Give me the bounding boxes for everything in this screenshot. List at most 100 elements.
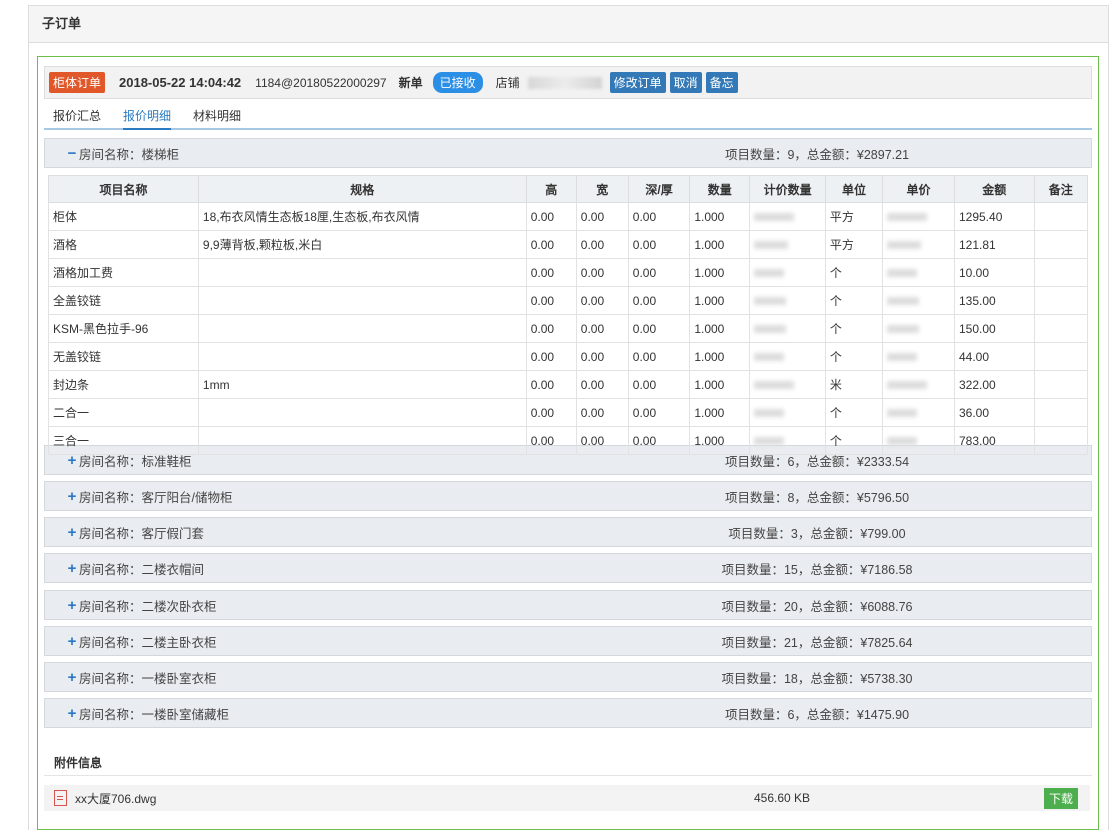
table-row: 三合一 0.00 0.00 0.00 1.000 个 783.00 [48,426,1089,455]
room-row[interactable]: + 房间名称：客厅假门套 项目数量：3，总金额：¥799.00 [44,517,1092,547]
shop-label: 店铺 [495,76,520,90]
panel-title: 子订单 [29,6,1108,43]
room-row[interactable]: + 房间名称：一楼卧室储藏柜 项目数量：6，总金额：¥1475.90 [44,698,1092,728]
table-cell: 0.00 [525,202,577,231]
table-cell: 1.000 [689,258,751,287]
column-header: 金额 [953,175,1035,203]
table-cell: 0.00 [525,370,577,399]
memo-button[interactable]: 备忘 [705,72,738,93]
table-cell: 个 [824,314,884,343]
table-cell: 0.00 [627,398,691,427]
received-badge: 已接收 [432,72,483,93]
expand-icon[interactable]: + [67,669,77,686]
table-cell: 135.00 [953,286,1035,315]
table-cell [882,314,955,343]
table-cell: 个 [824,342,884,371]
order-type-tag: 柜体订单 [49,72,106,93]
tab-quote-summary[interactable]: 报价汇总 [53,107,101,124]
order-card: 柜体订单 2018-05-22 14:04:42 1184@2018052200… [37,56,1099,830]
table-cell [882,370,955,399]
table-cell: 封边条 [48,370,199,399]
table-row: 无盖铰链 0.00 0.00 0.00 1.000 个 44.00 [48,342,1089,371]
table-row: 封边条 1mm 0.00 0.00 0.00 1.000 米 322.00 [48,370,1089,399]
redacted-value [887,297,920,306]
table-cell: 无盖铰链 [48,342,199,371]
tab-quote-detail[interactable]: 报价明细 [123,107,172,130]
expand-icon[interactable]: + [67,705,77,722]
table-cell: 0.00 [525,342,577,371]
download-button[interactable]: 下载 [1043,787,1078,809]
redacted-value [754,353,785,362]
table-cell: 0.00 [575,258,629,287]
expand-icon[interactable]: + [67,524,77,541]
room-name: 房间名称：客厅假门套 [79,526,205,541]
room-name: 房间名称：二楼主卧衣柜 [79,635,217,650]
order-header: 柜体订单 2018-05-22 14:04:42 1184@2018052200… [44,66,1092,99]
table-cell: 0.00 [575,202,629,231]
redacted-value [887,241,922,250]
table-cell: 0.00 [525,314,577,343]
table-cell: 0.00 [627,286,691,315]
table-row: 酒格加工费 0.00 0.00 0.00 1.000 个 10.00 [48,258,1089,287]
divider [44,775,1092,776]
table-cell: 9,9薄背板,颗粒板,米白 [197,230,527,259]
table-cell [749,426,826,455]
room-row[interactable]: + 房间名称：客厅阳台/储物柜 项目数量：8，总金额：¥5796.50 [44,481,1092,511]
collapse-icon[interactable]: − [67,145,77,162]
table-cell: 个 [824,426,884,455]
table-cell: 0.00 [525,286,577,315]
table-cell [197,342,527,371]
redacted-value [887,437,918,446]
edit-order-button[interactable]: 修改订单 [609,72,666,93]
redacted-value [754,325,787,334]
redacted-value [754,381,795,390]
room-row[interactable]: − 房间名称：楼梯柜 项目数量：9，总金额：¥2897.21 [44,138,1092,168]
table-cell: 个 [824,398,884,427]
redacted-value [754,297,787,306]
expand-icon[interactable]: + [67,633,77,650]
room-row[interactable]: + 房间名称：二楼主卧衣柜 项目数量：21，总金额：¥7825.64 [44,626,1092,656]
table-cell: 1.000 [689,426,751,455]
room-row[interactable]: + 房间名称：二楼衣帽间 项目数量：15，总金额：¥7186.58 [44,553,1092,583]
tab-material-detail[interactable]: 材料明细 [193,107,241,124]
table-cell: 1295.40 [953,202,1035,231]
order-number: 1184@20180522000297 [255,75,387,90]
table-cell [197,258,527,287]
table-cell [882,286,955,315]
table-cell: 平方 [824,202,884,231]
table-cell [749,286,826,315]
redacted-value [887,353,918,362]
room-row[interactable]: + 房间名称：二楼次卧衣柜 项目数量：20，总金额：¥6088.76 [44,590,1092,620]
table-row: KSM-黑色拉手-96 0.00 0.00 0.00 1.000 个 150.00 [48,314,1089,343]
table-cell: 0.00 [575,342,629,371]
redacted-value [887,381,928,390]
redacted-value [887,409,918,418]
room-row[interactable]: + 房间名称：一楼卧室衣柜 项目数量：18，总金额：¥5738.30 [44,662,1092,692]
table-cell: 0.00 [627,230,691,259]
table-cell: 个 [824,286,884,315]
attachment-filename[interactable]: xx大厦706.dwg [75,790,156,807]
table-cell [1033,286,1089,315]
expand-icon[interactable]: + [67,488,77,505]
table-cell: 0.00 [575,286,629,315]
column-header: 单价 [882,175,955,203]
quote-detail-table: 项目名称 规格高宽深/厚 数量 计价数量 单位 单价 金额 备注 柜体 18,布衣风情生态板18… [48,175,1089,455]
redacted-value [887,325,920,334]
table-cell: 322.00 [953,370,1035,399]
table-cell: 783.00 [953,426,1035,455]
column-header: 备注 [1033,175,1089,203]
table-cell: 0.00 [525,398,577,427]
table-cell: 全盖铰链 [48,286,199,315]
table-cell: 1.000 [689,202,751,231]
room-name: 房间名称：二楼衣帽间 [79,562,205,577]
table-cell [749,342,826,371]
redacted-value [754,241,789,250]
expand-icon[interactable]: + [67,597,77,614]
table-cell: KSM-黑色拉手-96 [48,314,199,343]
expand-icon[interactable]: + [67,560,77,577]
table-cell: 121.81 [953,230,1035,259]
table-cell: 1mm [197,370,527,399]
table-cell: 1.000 [689,286,751,315]
redacted-value [754,269,785,278]
cancel-button[interactable]: 取消 [669,72,702,93]
